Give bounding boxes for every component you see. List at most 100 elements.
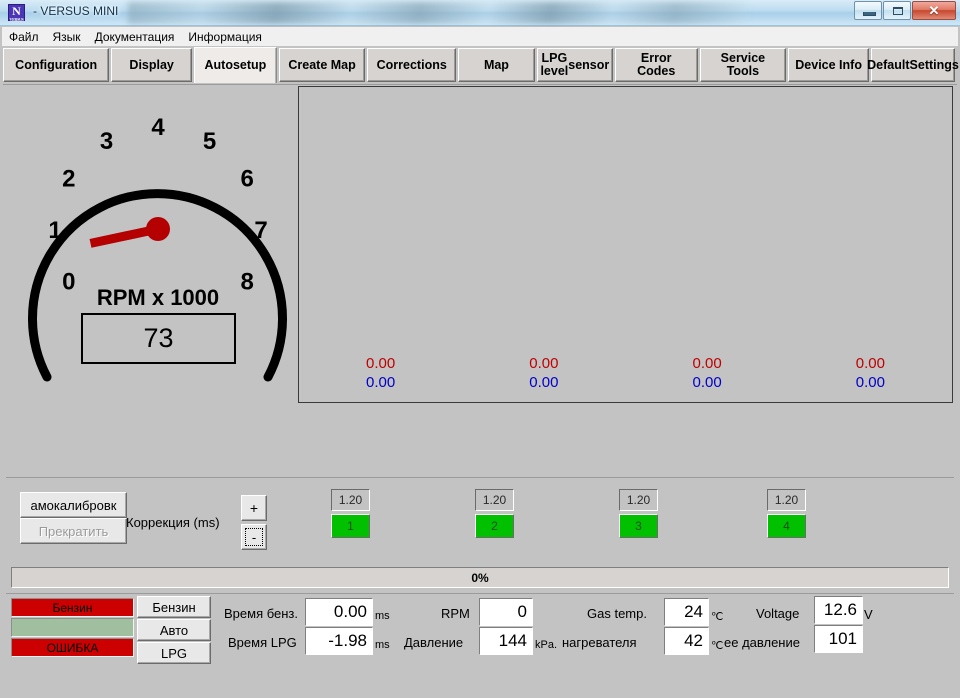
correction-decrease-button[interactable]: -	[241, 524, 267, 550]
tab-corrections[interactable]: Corrections	[367, 48, 457, 82]
injector-led-1[interactable]: 1	[331, 514, 370, 538]
graph-value-column-3: 0.00 0.00	[626, 354, 789, 392]
gas-value: 0.00	[692, 374, 722, 391]
readout-label-0: Время бенз.	[224, 606, 299, 621]
self-calibration-button[interactable]: амокалибровк	[20, 492, 127, 518]
upper-panel: 012345678 RPM x 1000 73 0.00 0.00 0.00 0.00…	[6, 86, 954, 474]
tab-autosetup[interactable]: Autosetup	[194, 47, 277, 83]
tab-display[interactable]: Display	[111, 48, 193, 82]
petrol-value: 0.00	[855, 355, 885, 372]
tab-configuration[interactable]: Configuration	[3, 48, 110, 82]
gauge-tick-4: 4	[151, 114, 165, 141]
petrol-value: 0.00	[692, 355, 722, 372]
status-lamp-2	[11, 618, 134, 637]
app-icon: N VERSUS	[8, 4, 25, 22]
gauge-tick-1: 1	[48, 217, 61, 244]
readout-value-0: 0.00	[305, 598, 373, 626]
petrol-value: 0.00	[529, 355, 559, 372]
injector-value-3: 1.20	[619, 489, 658, 511]
tab-device-info[interactable]: Device Info	[788, 48, 869, 82]
readout-label-2: RPM	[441, 606, 470, 621]
menu-item-0[interactable]: Файл	[2, 29, 46, 45]
application-window: N VERSUS - VERSUS MINI ✕ Файл Язык Документ…	[0, 0, 960, 698]
tab-label: Settings	[909, 57, 959, 72]
graph-value-column-2: 0.00 0.00	[462, 354, 625, 392]
readout-value-5: 42	[664, 627, 709, 655]
readout-unit-3: kPa.	[535, 639, 558, 651]
readout-value-6: 12.6	[814, 596, 863, 624]
menu-item-3[interactable]: Информация	[181, 29, 268, 45]
tab-label: LPG level	[540, 51, 569, 78]
rpm-value-box: 73	[81, 313, 236, 364]
petrol-value: 0.00	[366, 355, 396, 372]
window-title: - VERSUS MINI	[33, 4, 119, 18]
tab-strip: Configuration Display Autosetup Create Map C…	[3, 47, 959, 84]
readout-label-7: ее давление	[724, 635, 800, 650]
injector-led-2[interactable]: 2	[475, 514, 514, 538]
injector-led-3[interactable]: 3	[619, 514, 658, 538]
gauge-tick-0: 0	[62, 269, 75, 296]
title-bar: N VERSUS - VERSUS MINI ✕	[0, 0, 960, 26]
tab-label: sensor	[568, 57, 610, 72]
menu-item-1[interactable]: Язык	[46, 29, 88, 45]
gauge-tick-5: 5	[203, 128, 216, 155]
readout-unit-0: ms	[375, 610, 390, 622]
focus-ring: -	[245, 528, 263, 546]
svg-text:RPM x 1000: RPM x 1000	[97, 285, 219, 310]
close-icon: ✕	[928, 3, 940, 18]
readout-value-7: 101	[814, 625, 863, 653]
readout-label-1: Время LPG	[228, 635, 297, 650]
tab-label: Map	[483, 57, 509, 72]
readout-label-3: Давление	[404, 635, 464, 650]
injector-led-4[interactable]: 4	[767, 514, 806, 538]
tab-default-settings[interactable]: Default Settings	[867, 48, 959, 82]
client-area: 012345678 RPM x 1000 73 0.00 0.00 0.00 0.00…	[3, 84, 957, 695]
correction-increase-button[interactable]: +	[241, 495, 267, 521]
tab-lpg-level-sensor[interactable]: LPG level sensor	[536, 48, 613, 82]
injector-group-3: 1.20 3	[619, 489, 658, 538]
tab-label: Error Codes	[637, 51, 676, 78]
readout-unit-5: ℃	[711, 640, 724, 652]
tab-map[interactable]: Map	[458, 48, 535, 82]
readout-unit-1: ms	[375, 639, 390, 651]
tab-error-codes[interactable]: Error Codes	[614, 48, 698, 82]
maximize-icon	[893, 7, 903, 15]
mode-button-авто[interactable]: Авто	[137, 619, 211, 641]
menu-bar: Файл Язык Документация Информация	[2, 27, 958, 46]
tab-service-tools[interactable]: Service Tools	[699, 48, 787, 82]
readout-label-5: нагревателя	[562, 635, 637, 650]
injector-group-2: 1.20 2	[475, 489, 514, 538]
injector-group-4: 1.20 4	[767, 489, 806, 538]
graph-panel: 0.00 0.00 0.00 0.00 0.00 0.00 0.00 0.00	[298, 86, 953, 403]
graph-value-row: 0.00 0.00 0.00 0.00 0.00 0.00 0.00 0.00	[299, 354, 952, 392]
gas-value: 0.00	[855, 374, 885, 391]
readout-value-4: 24	[664, 598, 709, 626]
readout-value-2: 0	[479, 598, 533, 626]
readout-unit-6: V	[864, 607, 873, 622]
tab-label: Corrections	[376, 57, 447, 72]
gas-value: 0.00	[529, 374, 559, 391]
injector-value-4: 1.20	[767, 489, 806, 511]
minimize-button[interactable]	[854, 1, 882, 20]
tab-label: Display	[129, 57, 174, 72]
calibration-controls: амокалибровк Прекратить Коррекция (ms) +…	[6, 477, 954, 562]
stop-button[interactable]: Прекратить	[20, 518, 127, 544]
menu-item-2[interactable]: Документация	[88, 29, 182, 45]
maximize-button[interactable]	[883, 1, 911, 20]
readout-label-6: Voltage	[756, 606, 800, 621]
injector-value-1: 1.20	[331, 489, 370, 511]
status-bar: Бензин ОШИБКА Бензин Авто LPG Время бенз. 0.…	[6, 593, 954, 692]
graph-value-column-4: 0.00 0.00	[789, 354, 952, 392]
mode-button-lpg[interactable]: LPG	[137, 642, 211, 664]
title-bar-blurred-region	[128, 2, 748, 24]
window-controls: ✕	[853, 1, 956, 20]
tab-label: Autosetup	[204, 58, 267, 72]
close-button[interactable]: ✕	[912, 1, 956, 20]
readout-unit-4: ℃	[711, 611, 724, 623]
readout-value-1: -1.98	[305, 627, 373, 655]
mode-button-бензин[interactable]: Бензин	[137, 596, 211, 618]
gauge-tick-2: 2	[62, 166, 75, 193]
correction-label: Коррекция (ms)	[126, 515, 220, 530]
tab-create-map[interactable]: Create Map	[278, 48, 366, 82]
status-lamp-1: Бензин	[11, 598, 134, 617]
